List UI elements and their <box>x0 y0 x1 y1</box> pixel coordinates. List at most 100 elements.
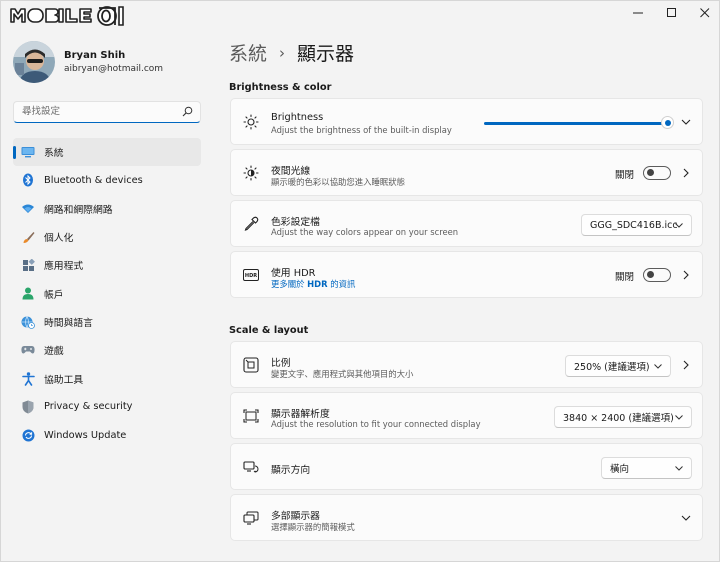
close-button[interactable] <box>685 1 720 25</box>
chevron-down-icon <box>654 364 662 369</box>
monitor-icon <box>21 145 35 159</box>
multiple-displays-icon <box>243 510 259 526</box>
sidebar-item-bluetooth[interactable]: Bluetooth & devices <box>13 166 201 194</box>
sidebar-item-gaming[interactable]: 遊戲 <box>13 336 201 364</box>
orientation-title: 顯示方向 <box>271 465 311 476</box>
chevron-right-icon[interactable] <box>680 269 692 281</box>
orientation-dropdown[interactable]: 橫向 <box>601 457 692 479</box>
sidebar-item-label: 系統 <box>44 148 64 160</box>
page-title: 顯示器 <box>297 43 355 65</box>
sidebar-nav: 系統 Bluetooth & devices 網路和網際網路 個人化 應用程式 <box>13 138 201 449</box>
brightness-card[interactable]: Brightness Adjust the brightness of the … <box>230 98 703 145</box>
night-light-card[interactable]: 夜間光線 顯示暖的色彩以協助您進入睡眠狀態 關閉 <box>230 149 703 196</box>
search-icon[interactable] <box>182 106 193 117</box>
sidebar-item-label: Privacy & security <box>44 401 133 413</box>
hdr-toggle[interactable] <box>643 268 671 282</box>
scale-icon <box>243 357 259 373</box>
color-profile-dropdown[interactable]: GGG_SDC416B.icc <box>581 214 692 236</box>
sidebar-item-label: 遊戲 <box>44 346 64 358</box>
user-profile[interactable]: Bryan Shih aibryan@hotmail.com <box>13 41 163 83</box>
brightness-subtitle: Adjust the brightness of the built-in di… <box>271 125 452 135</box>
sidebar-item-label: Bluetooth & devices <box>44 174 143 186</box>
section-title-scale-layout: Scale & layout <box>229 325 309 336</box>
hdr-card[interactable]: HDR 使用 HDR 更多關於 HDR 的資訊 關閉 <box>230 251 703 298</box>
chevron-down-icon[interactable] <box>680 116 692 128</box>
update-icon <box>21 428 35 442</box>
color-profile-title: 色彩設定檔 <box>271 217 320 228</box>
hdr-icon: HDR <box>243 267 259 283</box>
night-light-state: 關閉 <box>614 170 634 181</box>
bluetooth-icon <box>21 173 35 187</box>
hdr-link-prefix: 更多關於 <box>271 279 308 289</box>
chevron-down-icon <box>675 223 683 228</box>
hdr-link-bold: HDR <box>307 279 328 289</box>
globe-clock-icon <box>21 315 35 329</box>
sidebar-item-privacy[interactable]: Privacy & security <box>13 393 201 421</box>
sidebar-item-label: 個人化 <box>44 233 74 245</box>
night-light-subtitle: 顯示暖的色彩以協助您進入睡眠狀態 <box>271 177 405 187</box>
sidebar-item-label: 協助工具 <box>44 374 84 386</box>
multiple-displays-card[interactable]: 多部顯示器 選擇顯示器的簡報模式 <box>230 494 703 541</box>
sidebar-item-windows-update[interactable]: Windows Update <box>13 421 201 449</box>
chevron-right-icon[interactable] <box>680 167 692 179</box>
minimize-icon <box>633 12 643 14</box>
scale-title: 比例 <box>271 358 291 369</box>
chevron-down-icon <box>675 466 683 471</box>
resolution-title: 顯示器解析度 <box>271 409 330 420</box>
title-bar <box>1 1 719 27</box>
sidebar-item-label: 帳戶 <box>44 289 64 301</box>
close-icon <box>700 8 710 18</box>
scale-dropdown[interactable]: 250% (建議選項) <box>565 355 671 377</box>
rotate-display-icon <box>243 459 259 475</box>
person-icon <box>21 287 35 301</box>
breadcrumb-parent[interactable]: 系統 <box>229 39 267 66</box>
section-title-brightness-color: Brightness & color <box>229 82 332 93</box>
gamepad-icon <box>21 343 35 357</box>
sidebar-item-accounts[interactable]: 帳戶 <box>13 279 201 307</box>
night-light-toggle[interactable] <box>643 166 671 180</box>
hdr-link-suffix: 的資訊 <box>327 279 356 289</box>
sun-icon <box>243 114 259 130</box>
sidebar-item-label: 應用程式 <box>44 261 84 273</box>
accessibility-icon <box>21 371 35 386</box>
color-profile-card: 色彩設定檔 Adjust the way colors appear on yo… <box>230 200 703 247</box>
search-input[interactable] <box>14 102 174 121</box>
chevron-right-icon[interactable] <box>680 359 692 371</box>
orientation-value: 橫向 <box>610 464 630 475</box>
night-light-icon <box>243 165 259 181</box>
sidebar-item-time-language[interactable]: 時間與語言 <box>13 308 201 336</box>
sidebar-item-network[interactable]: 網路和網際網路 <box>13 195 201 223</box>
scale-card[interactable]: 比例 變更文字、應用程式與其他項目的大小 250% (建議選項) <box>230 341 703 388</box>
svg-text:HDR: HDR <box>245 273 257 279</box>
wifi-icon <box>21 202 35 216</box>
sidebar-item-accessibility[interactable]: 協助工具 <box>13 364 201 392</box>
apps-icon <box>21 258 35 272</box>
chevron-down-icon <box>675 415 683 420</box>
resolution-value: 3840 × 2400 (建議選項) <box>563 413 674 424</box>
scale-value: 250% (建議選項) <box>574 362 650 373</box>
avatar <box>13 41 55 83</box>
chevron-down-icon[interactable] <box>680 512 692 524</box>
breadcrumb-separator: › <box>279 43 286 62</box>
brush-icon <box>21 230 35 244</box>
sidebar-item-apps[interactable]: 應用程式 <box>13 251 201 279</box>
brightness-slider-track[interactable] <box>484 122 669 125</box>
sidebar-item-system[interactable]: 系統 <box>13 138 201 167</box>
multiple-displays-subtitle: 選擇顯示器的簡報模式 <box>271 522 355 532</box>
hdr-learn-more-link[interactable]: 更多關於 HDR 的資訊 <box>271 278 355 290</box>
profile-name: Bryan Shih <box>64 50 126 61</box>
resolution-dropdown[interactable]: 3840 × 2400 (建議選項) <box>554 406 692 428</box>
breadcrumb: 系統 › 顯示器 <box>229 39 354 66</box>
color-profile-value: GGG_SDC416B.icc <box>590 219 678 231</box>
hdr-title: 使用 HDR <box>271 268 316 279</box>
sidebar-item-personalization[interactable]: 個人化 <box>13 223 201 251</box>
mobile01-logo-graphic <box>10 6 124 26</box>
search-box[interactable] <box>13 101 201 123</box>
sidebar-item-label: Windows Update <box>44 429 127 441</box>
shield-icon <box>21 400 35 414</box>
brightness-slider-thumb[interactable] <box>661 116 674 129</box>
hdr-state: 關閉 <box>614 272 634 283</box>
mobile01-logo <box>9 5 147 27</box>
multiple-displays-title: 多部顯示器 <box>271 511 320 522</box>
color-profile-subtitle: Adjust the way colors appear on your scr… <box>271 227 459 237</box>
